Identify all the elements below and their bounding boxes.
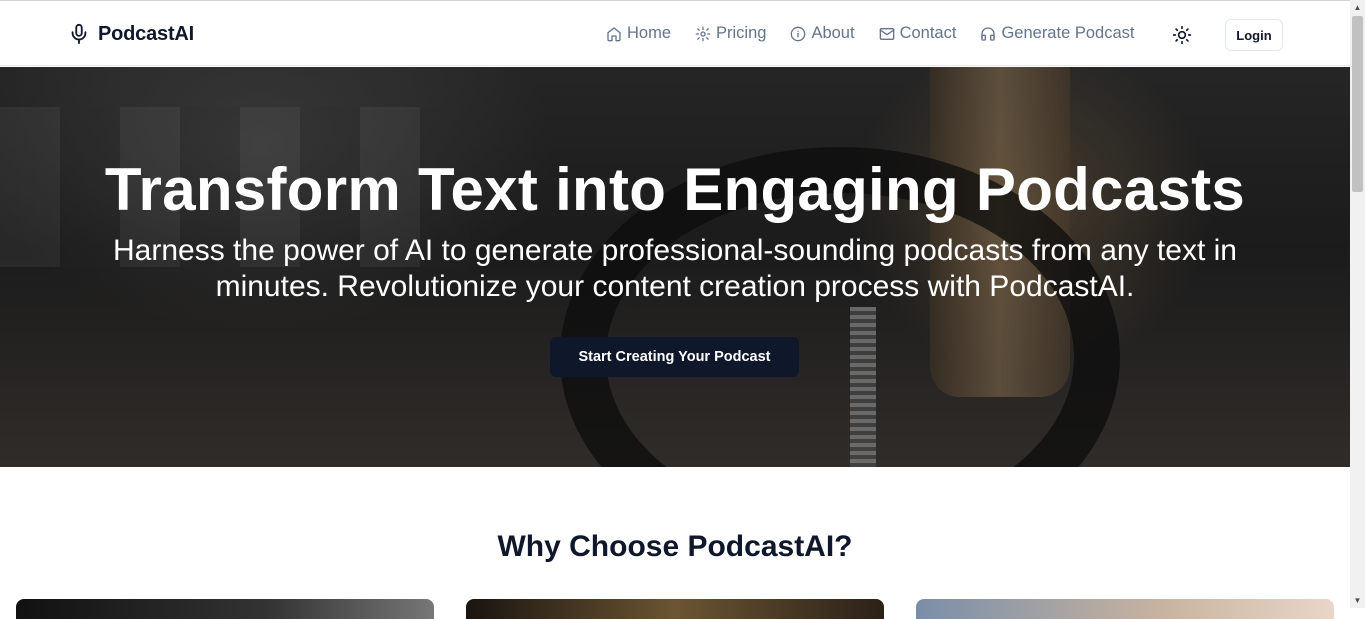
features-title: Why Choose PodcastAI? <box>497 530 853 563</box>
site-header: PodcastAI Home Pricing About Contact Gen… <box>0 1 1350 66</box>
mail-icon <box>879 27 894 40</box>
nav-item-label: Generate Podcast <box>1001 24 1135 42</box>
hero-subtitle: Harness the power of AI to generate prof… <box>113 234 1237 303</box>
home-icon <box>607 26 621 41</box>
main-nav: Home Pricing About Contact Generate Podc… <box>606 24 1158 43</box>
nav-item-generate-podcast[interactable]: Generate Podcast <box>980 24 1134 43</box>
nav-item-contact[interactable]: Contact <box>879 24 957 43</box>
scroll-down-arrow-icon[interactable]: ▼ <box>1353 596 1362 605</box>
start-creating-button[interactable]: Start Creating Your Podcast <box>550 337 799 377</box>
nav-item-pricing[interactable]: Pricing <box>695 24 766 43</box>
nav-item-about[interactable]: About <box>790 24 855 43</box>
sun-icon <box>1172 25 1192 45</box>
feature-card-image <box>16 599 434 619</box>
nav-item-label: Home <box>627 24 672 42</box>
gear-icon <box>695 26 711 41</box>
nav-item-home[interactable]: Home <box>606 24 671 43</box>
hero-section: Transform Text into Engaging Podcasts Ha… <box>0 67 1350 467</box>
info-icon <box>791 26 806 41</box>
hero-title: Transform Text into Engaging Podcasts <box>104 156 1246 223</box>
brand-logo[interactable]: PodcastAI <box>68 22 194 46</box>
headphones-icon <box>981 26 996 41</box>
scroll-up-arrow-icon[interactable]: ▲ <box>1353 3 1362 12</box>
nav-item-label: About <box>811 24 855 42</box>
nav-item-label: Pricing <box>716 24 767 42</box>
theme-toggle-button[interactable] <box>1172 25 1192 45</box>
brand-name: PodcastAI <box>98 22 195 45</box>
feature-card-image <box>916 599 1334 619</box>
nav-item-label: Contact <box>899 24 957 42</box>
microphone-icon <box>71 23 87 45</box>
feature-card-image <box>466 599 884 619</box>
login-button[interactable]: Login <box>1225 19 1283 51</box>
scrollbar-thumb[interactable] <box>1352 16 1363 192</box>
